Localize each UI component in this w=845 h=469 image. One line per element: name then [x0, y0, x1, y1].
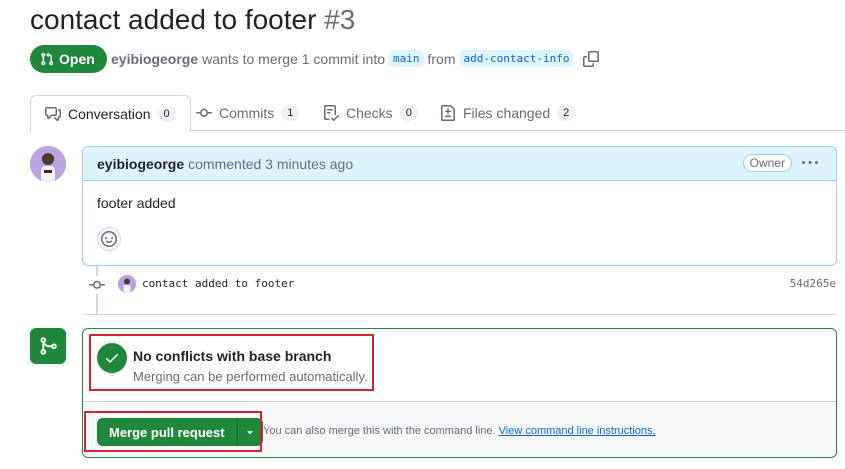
git-merge-icon: [30, 328, 66, 364]
tab-counter: 0: [157, 105, 176, 122]
command-line-instructions-link[interactable]: View command line instructions.: [499, 425, 656, 437]
pr-merge-text: wants to merge 1 commit into: [202, 50, 385, 67]
base-branch-label[interactable]: main: [389, 50, 424, 67]
pr-state-badge: Open: [30, 45, 107, 73]
pr-number: #3: [324, 4, 356, 35]
git-commit-icon: [88, 276, 106, 294]
commit-author-avatar[interactable]: [118, 275, 136, 293]
git-commit-icon: [196, 108, 212, 117]
kebab-menu-icon[interactable]: [802, 155, 820, 171]
checklist-icon: [324, 105, 339, 121]
pr-author-link[interactable]: eyibiogeorge: [111, 51, 198, 67]
timeline-divider: [82, 314, 837, 315]
comment-discussion-icon: [45, 106, 61, 121]
highlight-box-merge-button: [84, 411, 262, 452]
user-avatar-image: [30, 146, 66, 182]
git-pull-request-icon: [41, 52, 54, 66]
command-line-hint: You can also merge this with the command…: [263, 425, 656, 437]
tab-counter: 0: [399, 105, 418, 121]
tab-checks[interactable]: Checks 0: [309, 95, 432, 131]
owner-badge: Owner: [742, 154, 792, 172]
pr-meta: eyibiogeorge wants to merge 1 commit int…: [111, 50, 600, 67]
comment-header: eyibiogeorge commented 3 minutes ago: [83, 147, 836, 181]
tab-files-changed[interactable]: Files changed 2: [426, 95, 589, 131]
smiley-icon: [101, 231, 117, 247]
tab-label: Checks: [346, 105, 393, 121]
comment-box: eyibiogeorge commented 3 minutes ago Own…: [82, 146, 837, 266]
commit-message-link[interactable]: contact added to footer: [142, 277, 294, 290]
tab-label: Files changed: [463, 105, 551, 121]
head-branch-label[interactable]: add-contact-info: [459, 50, 574, 67]
tab-commits[interactable]: Commits 1: [182, 95, 313, 131]
file-diff-icon: [441, 105, 455, 121]
tab-counter: 1: [281, 105, 300, 121]
comment-timestamp[interactable]: commented 3 minutes ago: [188, 156, 353, 172]
command-line-text: You can also merge this with the command…: [263, 425, 496, 437]
pr-title: contact added to footer #3: [30, 4, 355, 36]
pr-state-label: Open: [59, 51, 95, 67]
pr-tabs: Conversation 0 Commits 1 Checks 0 Files …: [30, 95, 845, 132]
highlight-box-status: [89, 334, 374, 391]
pr-from-text: from: [427, 50, 456, 67]
comment-body: footer added: [97, 195, 176, 211]
comment-author-link[interactable]: eyibiogeorge: [97, 156, 184, 172]
avatar[interactable]: [30, 146, 66, 182]
tab-conversation[interactable]: Conversation 0: [30, 95, 191, 132]
add-reaction-button[interactable]: [97, 227, 121, 251]
copy-icon[interactable]: [583, 50, 600, 67]
tab-label: Commits: [219, 105, 275, 121]
tab-counter: 2: [557, 105, 576, 121]
tab-label: Conversation: [68, 105, 151, 122]
pr-title-text: contact added to footer: [30, 4, 317, 35]
commit-sha-link[interactable]: 54d265e: [790, 277, 836, 290]
